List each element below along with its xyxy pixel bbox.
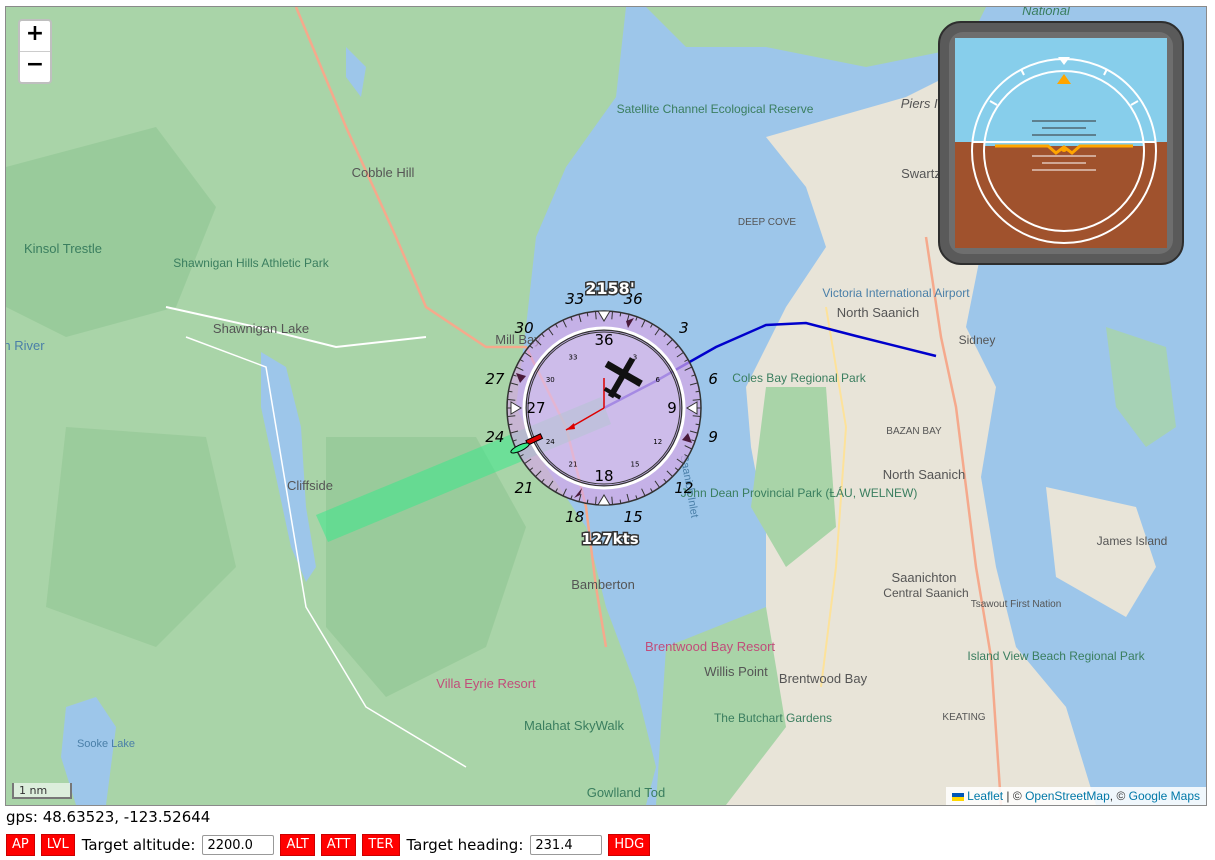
attrib-sep-1: | ©: [1003, 789, 1026, 803]
compass-tick: [611, 311, 613, 320]
compass-tick: [692, 415, 701, 417]
compass-outer-label: 9: [708, 428, 718, 446]
compass-outer-label: 33: [565, 290, 584, 308]
ukraine-flag-icon: [951, 792, 964, 801]
compass-inner-label: 27: [526, 399, 545, 417]
compass-small-label: 12: [653, 438, 662, 446]
autopilot-controls: AP LVL Target altitude: ALT ATT TER Targ…: [6, 833, 651, 857]
compass-tick: [595, 496, 597, 505]
att-button[interactable]: ATT: [320, 834, 357, 856]
compass-outer-label: 6: [708, 370, 718, 388]
compass-outer-label: 27: [485, 370, 505, 388]
speed-readout: 127kts: [581, 530, 638, 548]
google-maps-link[interactable]: Google Maps: [1129, 789, 1200, 803]
compass-tick: [508, 423, 513, 426]
compass-tick: [611, 496, 613, 505]
compass-outer-label: 12: [674, 479, 693, 497]
compass-inner-label: 9: [667, 399, 677, 417]
compass-tick: [507, 415, 516, 417]
compass-small-label: 15: [631, 461, 640, 469]
altitude-readout: 2158': [585, 279, 634, 298]
compass-outer-label: 30: [515, 319, 534, 337]
compass-small-label: 21: [569, 461, 578, 469]
compass-small-label: 33: [569, 353, 578, 361]
scale-bar: 1 nm: [12, 783, 72, 799]
compass-rose: 363691215182124273033 3691827 3612152124…: [485, 278, 718, 550]
compass-tick: [595, 311, 597, 320]
attitude-indicator: [938, 21, 1184, 265]
compass-small-label: 30: [546, 376, 555, 384]
gps-readout: gps: 48.63523, -123.52644: [6, 808, 210, 826]
compass-tick: [586, 499, 589, 504]
compass-tick: [619, 312, 622, 317]
compass-outer-label: 15: [624, 508, 643, 526]
compass-small-label: 6: [655, 376, 660, 384]
attrib-sep-2: , ©: [1109, 789, 1129, 803]
zoom-in-button[interactable]: +: [20, 21, 50, 51]
osm-link[interactable]: OpenStreetMap: [1025, 789, 1110, 803]
compass-tick: [508, 390, 513, 393]
map-attribution: Leaflet | © OpenStreetMap, © Google Maps: [945, 787, 1206, 805]
compass-tick: [586, 312, 589, 317]
compass-tick: [692, 399, 701, 401]
gps-value: 48.63523, -123.52644: [42, 808, 211, 826]
leaflet-link[interactable]: Leaflet: [967, 789, 1003, 803]
lvl-button[interactable]: LVL: [40, 834, 75, 856]
compass-outer-label: 24: [485, 428, 504, 446]
zoom-out-button[interactable]: −: [20, 51, 50, 82]
compass-inner-label: 36: [594, 331, 613, 349]
compass-tick: [695, 423, 700, 426]
zoom-control: + −: [18, 19, 52, 84]
ap-button[interactable]: AP: [6, 834, 35, 856]
compass-outer-label: 21: [515, 479, 534, 497]
compass-small-label: 24: [546, 438, 555, 446]
target-altitude-input[interactable]: [202, 835, 275, 855]
compass-tick: [507, 399, 516, 401]
compass-tick: [619, 499, 622, 504]
target-altitude-label: Target altitude:: [81, 836, 196, 854]
compass-inner-label: 18: [594, 467, 613, 485]
target-heading-input[interactable]: [530, 835, 603, 855]
target-heading-label: Target heading:: [406, 836, 524, 854]
ter-button[interactable]: TER: [362, 834, 400, 856]
compass-tick: [695, 390, 700, 393]
hdg-button[interactable]: HDG: [608, 834, 651, 856]
gps-label: gps:: [6, 808, 38, 826]
alt-button[interactable]: ALT: [280, 834, 315, 856]
compass-outer-label: 3: [679, 319, 689, 337]
compass-outer-label: 18: [565, 508, 584, 526]
